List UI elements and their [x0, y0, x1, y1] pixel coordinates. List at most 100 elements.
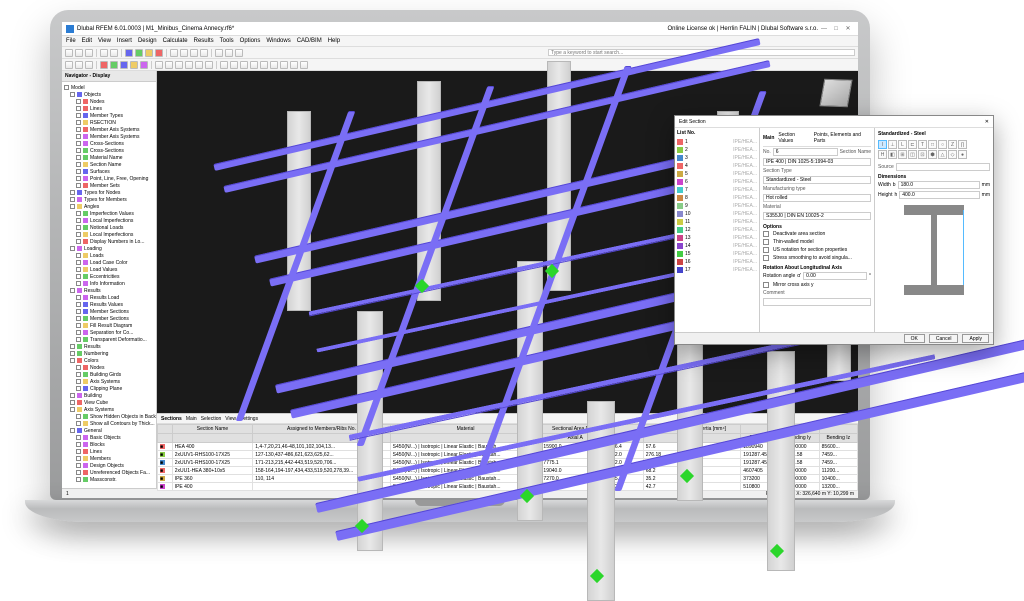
- section-name-input[interactable]: [763, 158, 871, 166]
- list-item[interactable]: 6IPE/HEA...: [677, 178, 757, 186]
- comment-input[interactable]: [763, 298, 871, 306]
- shape-button[interactable]: ◧: [888, 150, 897, 159]
- material-input[interactable]: [763, 212, 871, 220]
- shape-button[interactable]: ⊡: [918, 150, 927, 159]
- opt1-check[interactable]: [763, 231, 769, 237]
- menu-calculate[interactable]: Calculate: [163, 38, 188, 44]
- list-item[interactable]: 5IPE/HEA...: [677, 170, 757, 178]
- mfg-label: Manufacturing type: [763, 186, 806, 192]
- list-item[interactable]: 9IPE/HEA...: [677, 202, 757, 210]
- menu-help[interactable]: Help: [328, 38, 340, 44]
- list-item[interactable]: 2IPE/HEA...: [677, 146, 757, 154]
- opt3-label: US notation for section properties: [773, 247, 847, 253]
- list-header: List No.: [677, 130, 757, 136]
- opt2-label: Thin-walled model: [773, 239, 814, 245]
- list-item[interactable]: 16IPE/HEA...: [677, 258, 757, 266]
- tab-points[interactable]: Points, Elements and Parts: [814, 132, 871, 144]
- undo-button[interactable]: [100, 49, 108, 57]
- opt2-check[interactable]: [763, 239, 769, 245]
- tab-main[interactable]: Main: [763, 135, 774, 141]
- list-item[interactable]: 1IPE/HEA...: [677, 138, 757, 146]
- rotation-label: Rotation angle: [763, 273, 795, 279]
- width-label: Width: [878, 182, 891, 188]
- list-item[interactable]: 3IPE/HEA...: [677, 154, 757, 162]
- opt3-check[interactable]: [763, 247, 769, 253]
- shape-i-button[interactable]: I: [878, 140, 887, 149]
- minimize-button[interactable]: —: [818, 26, 830, 32]
- list-item[interactable]: 17IPE/HEA...: [677, 266, 757, 274]
- width-sym: b: [893, 182, 896, 188]
- menu-file[interactable]: File: [66, 38, 76, 44]
- list-item[interactable]: 4IPE/HEA...: [677, 162, 757, 170]
- open-button[interactable]: [75, 49, 83, 57]
- menu-insert[interactable]: Insert: [117, 38, 132, 44]
- height-input[interactable]: [899, 191, 979, 199]
- menu-view[interactable]: View: [98, 38, 111, 44]
- apply-button[interactable]: Apply: [962, 334, 989, 343]
- opt4-check[interactable]: [763, 255, 769, 261]
- shape-button[interactable]: ⊥: [888, 140, 897, 149]
- shape-button[interactable]: △: [938, 150, 947, 159]
- shape-button[interactable]: ◇: [948, 150, 957, 159]
- select-button[interactable]: [65, 61, 73, 69]
- list-item[interactable]: 10IPE/HEA...: [677, 210, 757, 218]
- shape-button[interactable]: ∏: [958, 140, 967, 149]
- preview-header: Standardized - Steel: [878, 131, 990, 137]
- maximize-button[interactable]: □: [830, 26, 842, 32]
- menu-design[interactable]: Design: [138, 38, 157, 44]
- dialog-close-button[interactable]: ✕: [985, 119, 989, 125]
- mirror-check[interactable]: [763, 282, 769, 288]
- comment-label: Comment: [763, 290, 785, 296]
- height-unit: mm: [982, 192, 990, 198]
- status-left: 1: [66, 491, 69, 497]
- list-item[interactable]: 7IPE/HEA...: [677, 186, 757, 194]
- section-no-input[interactable]: [773, 148, 838, 156]
- list-item[interactable]: 14IPE/HEA...: [677, 242, 757, 250]
- tab-values[interactable]: Section Values: [778, 132, 809, 144]
- shape-button[interactable]: L: [898, 140, 907, 149]
- menu-windows[interactable]: Windows: [266, 38, 290, 44]
- ok-button[interactable]: OK: [904, 334, 925, 343]
- width-unit: mm: [982, 182, 990, 188]
- source-label: Source: [878, 164, 894, 170]
- mfg-input[interactable]: [763, 194, 871, 202]
- list-item[interactable]: 13IPE/HEA...: [677, 234, 757, 242]
- opt4-label: Stress smoothing to avoid singula...: [773, 255, 852, 261]
- list-item[interactable]: 15IPE/HEA...: [677, 250, 757, 258]
- redo-button[interactable]: [110, 49, 118, 57]
- cancel-button[interactable]: Cancel: [929, 334, 959, 343]
- section-type-input[interactable]: [763, 176, 871, 184]
- save-button[interactable]: [85, 49, 93, 57]
- list-item[interactable]: 12IPE/HEA...: [677, 226, 757, 234]
- menu-options[interactable]: Options: [240, 38, 261, 44]
- window-title: Dlubal RFEM 6.01.0003 | M1_Minibus_Cinem…: [77, 26, 234, 32]
- shape-button[interactable]: ⊏: [908, 140, 917, 149]
- width-input[interactable]: [898, 181, 980, 189]
- shape-button[interactable]: □: [928, 140, 937, 149]
- menu-results[interactable]: Results: [194, 38, 214, 44]
- rotation-unit: °: [869, 273, 871, 279]
- close-button[interactable]: ✕: [842, 25, 854, 32]
- new-button[interactable]: [65, 49, 73, 57]
- list-item[interactable]: 8IPE/HEA...: [677, 194, 757, 202]
- section-name-label: Section Name: [840, 149, 871, 155]
- shape-button[interactable]: T: [918, 140, 927, 149]
- shape-button[interactable]: H: [878, 150, 887, 159]
- shape-button[interactable]: ⬢: [928, 150, 937, 159]
- source-input[interactable]: [896, 163, 990, 171]
- shape-button[interactable]: ○: [938, 140, 947, 149]
- rotation-input[interactable]: [803, 272, 867, 280]
- shape-button[interactable]: ◫: [908, 150, 917, 159]
- node-button[interactable]: [100, 61, 108, 69]
- list-item[interactable]: 11IPE/HEA...: [677, 218, 757, 226]
- menu-tools[interactable]: Tools: [220, 38, 234, 44]
- menu-edit[interactable]: Edit: [82, 38, 92, 44]
- line-button[interactable]: [110, 61, 118, 69]
- move-button[interactable]: [75, 61, 83, 69]
- rotate-button[interactable]: [85, 61, 93, 69]
- shape-button[interactable]: ●: [958, 150, 967, 159]
- shape-button[interactable]: Z: [948, 140, 957, 149]
- app-icon: [66, 25, 74, 33]
- menu-cad/bim[interactable]: CAD/BIM: [297, 38, 322, 44]
- shape-button[interactable]: ⊞: [898, 150, 907, 159]
